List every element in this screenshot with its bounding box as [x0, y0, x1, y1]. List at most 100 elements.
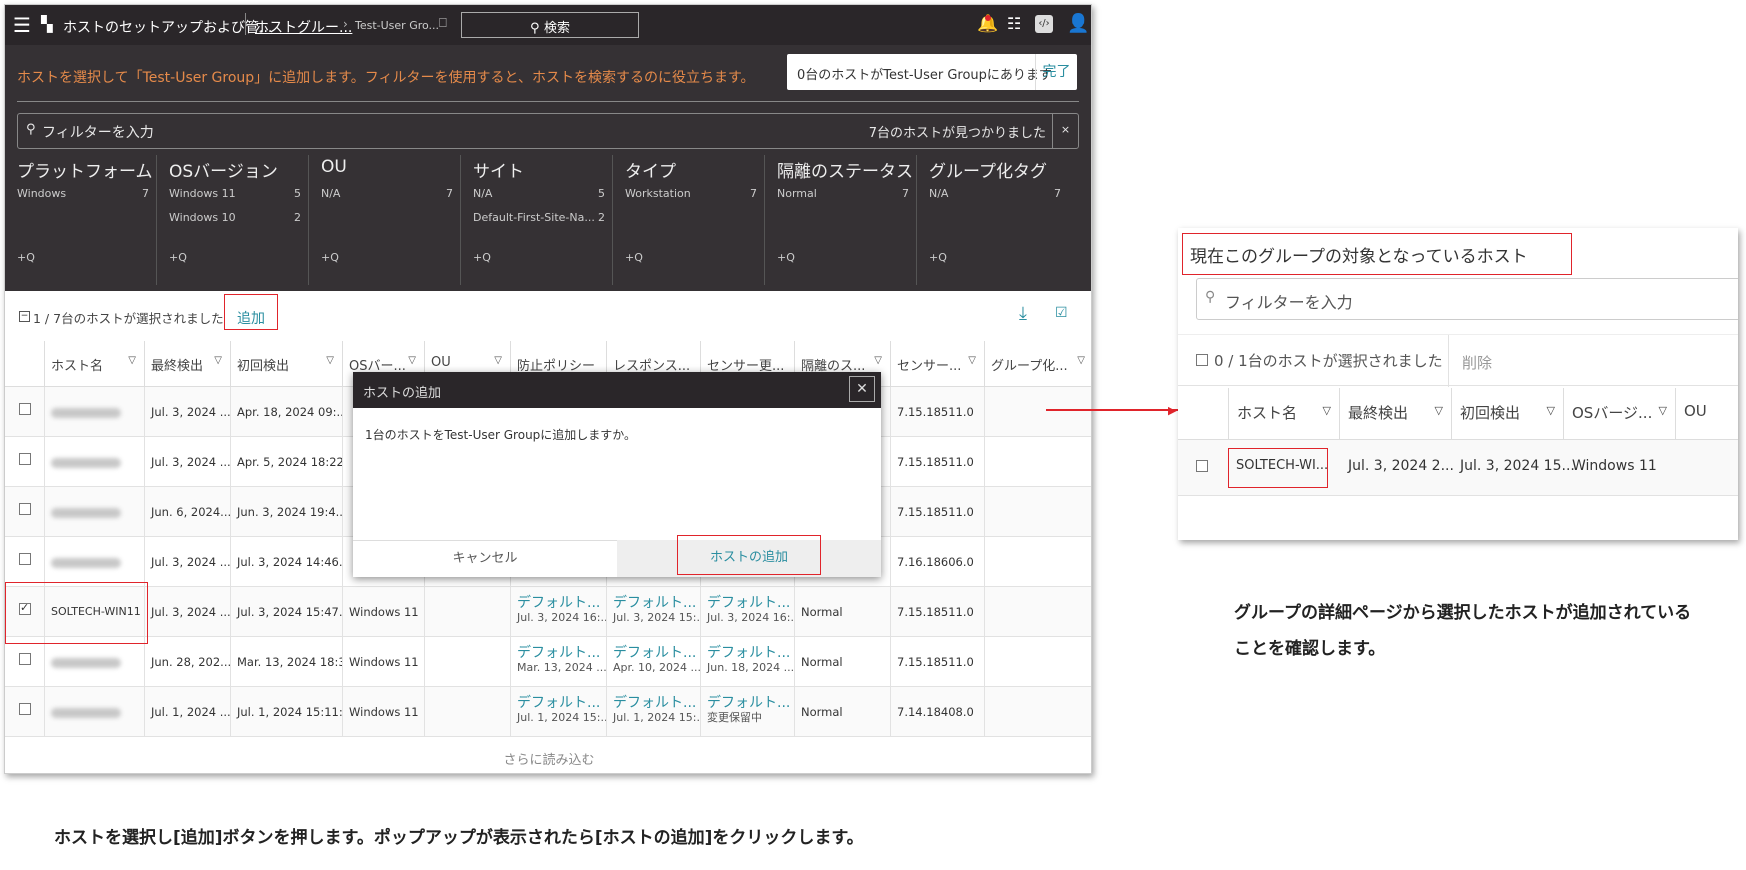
facet-type: タイプ Workstation 7 +Q [613, 155, 765, 285]
row-checkbox[interactable] [19, 503, 31, 515]
policy-link[interactable]: デフォルト... [517, 695, 606, 711]
table-row[interactable]: SOLTECH-WIN11Jul. 3, 2024 ...Jul. 3, 202… [5, 587, 1091, 637]
ou-cell [425, 587, 511, 637]
facet-option[interactable]: N/A 5 [473, 187, 609, 200]
redacted-host [51, 558, 121, 568]
policy-link[interactable]: デフォルト... [707, 595, 794, 611]
sensor-version-cell: 7.16.18606.0 [891, 537, 985, 587]
code-icon[interactable]: ‹/› [1035, 15, 1053, 33]
breadcrumb-mid[interactable]: ホストグルー... [255, 17, 352, 37]
hamburger-icon[interactable]: ☰ [13, 13, 31, 37]
column-header[interactable]: OSバージ... ▽ [1564, 388, 1676, 440]
facet-os-version: OSバージョン Windows 11 5 Windows 10 2 +Q [157, 155, 309, 285]
grouping-tag-cell [985, 537, 1091, 587]
download-icon[interactable]: ⤓ [1019, 303, 1027, 324]
cancel-button[interactable]: キャンセル [353, 540, 617, 577]
filter-icon: ▽ [128, 355, 136, 366]
row-checkbox[interactable] [19, 653, 31, 665]
select-all-checkbox[interactable] [1196, 354, 1208, 366]
close-icon[interactable]: ✕ [849, 376, 875, 402]
first-seen-cell: Apr. 5, 2024 18:22... [231, 437, 343, 487]
policy-link[interactable]: デフォルト... [707, 695, 794, 711]
search-icon: ⚲ [1205, 289, 1216, 305]
facet-option[interactable]: N/A 7 [321, 187, 457, 200]
facet-add-button[interactable]: +Q [17, 251, 35, 264]
policy-date: Jul. 1, 2024 15:... [517, 711, 607, 724]
row-checkbox[interactable] [19, 453, 31, 465]
right-filter-input[interactable]: ⚲ フィルターを入力 [1196, 278, 1738, 320]
divider [245, 13, 246, 35]
filter-icon: ▽ [1077, 355, 1085, 366]
facet-add-button[interactable]: +Q [473, 251, 491, 264]
policy-link[interactable]: デフォルト... [613, 595, 700, 611]
facet-ou: OU N/A 7 +Q [309, 155, 461, 285]
facet-add-button[interactable]: +Q [625, 251, 643, 264]
facet-option[interactable]: Workstation 7 [625, 187, 761, 200]
checklist-icon[interactable]: ☑ [1055, 305, 1068, 321]
divider [1448, 335, 1449, 387]
facet-option[interactable]: Default-First-Site-Na... 2 [473, 211, 609, 224]
host-name-cell [45, 637, 145, 687]
column-header[interactable]: グループ化... ▽ [985, 341, 1091, 387]
table-row[interactable]: Jun. 28, 202...Mar. 13, 2024 18:3...Wind… [5, 637, 1091, 687]
facet-row: プラットフォーム Windows 7 +Q OSバージョン Windows 11 5… [5, 155, 1091, 285]
column-header[interactable]: 初回検出 ▽ [231, 341, 343, 387]
grouping-tag-cell [985, 387, 1091, 437]
row-checkbox-cell [5, 387, 45, 437]
filter-icon: ▽ [408, 355, 416, 366]
host-name-cell [45, 437, 145, 487]
policy-date: Jul. 3, 2024 15:... [613, 611, 701, 624]
row-checkbox[interactable] [1196, 460, 1208, 472]
ou-cell [425, 637, 511, 687]
done-button[interactable]: 完了 [1035, 54, 1077, 90]
column-header[interactable]: OU [1676, 388, 1738, 440]
policy-link[interactable]: デフォルト... [707, 645, 794, 661]
facet-option[interactable]: Windows 11 5 [169, 187, 305, 200]
delete-button[interactable]: 削除 [1462, 352, 1492, 373]
facet-option[interactable]: Normal 7 [777, 187, 913, 200]
policy-link[interactable]: デフォルト... [517, 645, 606, 661]
prevention-policy-cell: デフォルト... Jul. 3, 2024 16:... [511, 587, 607, 637]
policy-link[interactable]: デフォルト... [613, 645, 700, 661]
column-header[interactable]: 初回検出 ▽ [1452, 388, 1564, 440]
breadcrumb-leaf: Test-User Gro... [355, 19, 440, 32]
response-policy-cell: デフォルト... Jul. 1, 2024 15:... [607, 687, 701, 737]
row-checkbox[interactable] [19, 553, 31, 565]
facet-option[interactable]: Windows 7 [17, 187, 153, 200]
bookmark-icon[interactable]: ⎕ [439, 16, 447, 31]
highlight-title [1182, 233, 1572, 275]
right-toolbar: 0 / 1台のホストが選択されました 削除 [1178, 334, 1738, 387]
row-checkbox[interactable] [19, 703, 31, 715]
clear-filter-button[interactable]: × [1052, 114, 1078, 148]
policy-link[interactable]: デフォルト... [613, 695, 700, 711]
list-icon[interactable]: ☷ [1007, 14, 1021, 33]
filter-input[interactable]: ⚲ フィルターを入力 7台のホストが見つかりました × [17, 113, 1079, 149]
facet-option[interactable]: Windows 10 2 [169, 211, 305, 224]
facet-option[interactable]: N/A 7 [929, 187, 1065, 200]
column-header[interactable]: センサー... ▽ [891, 341, 985, 387]
column-header[interactable]: 最終検出 ▽ [145, 341, 231, 387]
facet-add-button[interactable]: +Q [321, 251, 339, 264]
policy-link[interactable]: デフォルト... [517, 595, 606, 611]
arrow-head-icon: ▶ [1168, 404, 1177, 417]
facet-add-button[interactable]: +Q [169, 251, 187, 264]
load-more-button[interactable]: さらに読み込む [5, 741, 1091, 773]
breadcrumb-root[interactable]: ホストのセットアップおよび管... [63, 17, 272, 37]
column-header[interactable]: ホスト名 ▽ [1228, 388, 1340, 440]
search-button[interactable]: ⚲ 検索 [461, 12, 639, 38]
row-checkbox[interactable] [19, 403, 31, 415]
prevention-policy-cell: デフォルト... Mar. 13, 2024 ... [511, 637, 607, 687]
grid-icon[interactable]: ▚ [41, 15, 53, 33]
facet-add-button[interactable]: +Q [777, 251, 795, 264]
host-name-cell [45, 687, 145, 737]
column-header[interactable]: ホスト名 ▽ [45, 341, 145, 387]
header-checkbox-col [5, 341, 45, 387]
first-seen-cell: Jul. 3, 2024 14:46... [231, 537, 343, 587]
user-icon[interactable]: 👤 [1067, 13, 1089, 34]
select-all-checkbox[interactable]: − [19, 311, 30, 322]
facet-add-button[interactable]: +Q [929, 251, 947, 264]
column-header[interactable]: 最終検出 ▽ [1340, 388, 1452, 440]
policy-date: Mar. 13, 2024 ... [517, 661, 607, 674]
sensor-version-cell: 7.14.18408.0 [891, 687, 985, 737]
table-row[interactable]: Jul. 1, 2024 ... Jul. 1, 2024 15:11:... Wi… [5, 687, 1091, 737]
